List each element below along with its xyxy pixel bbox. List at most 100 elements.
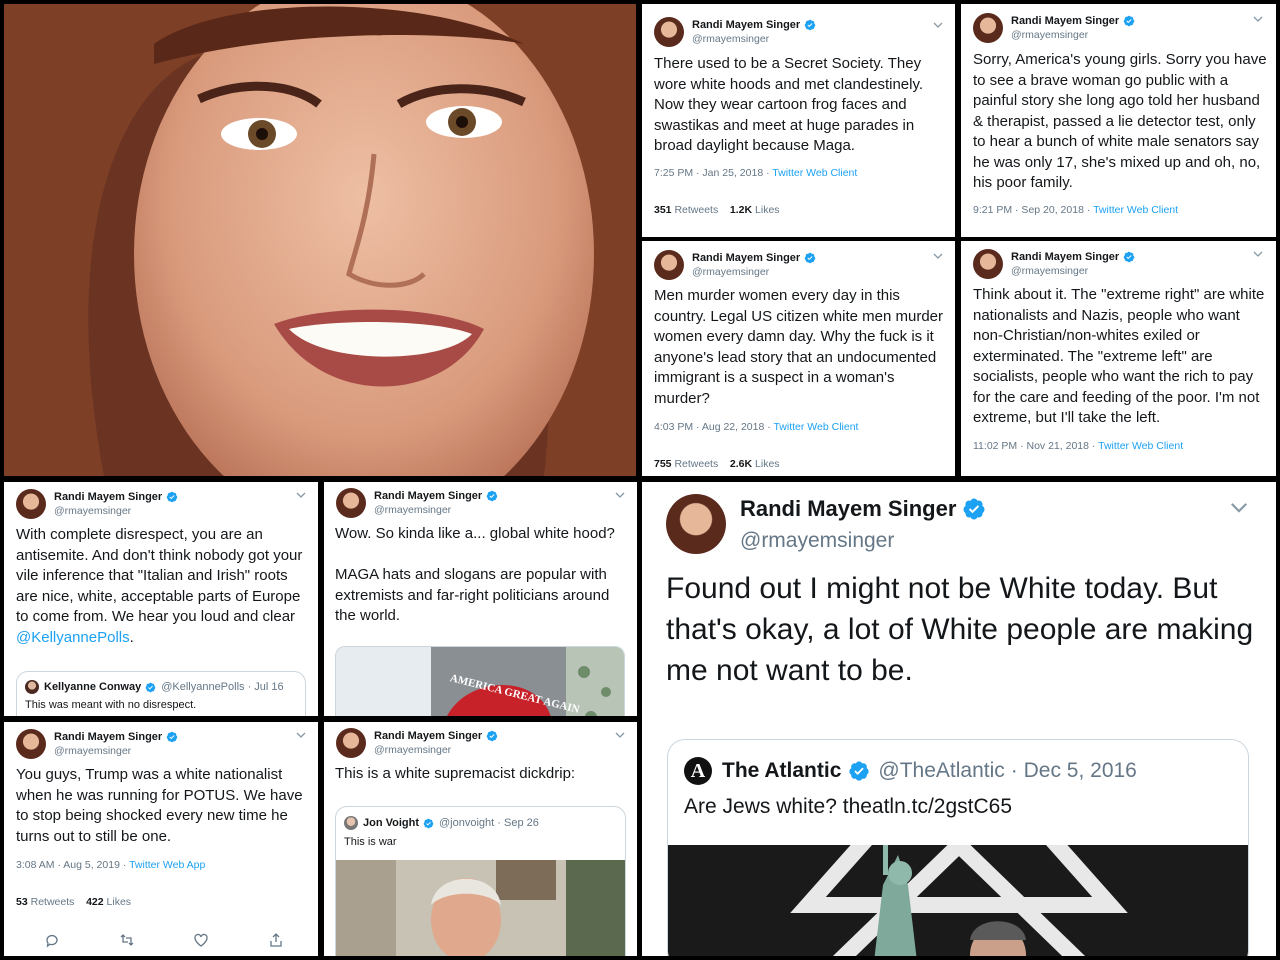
tweet-card[interactable]: Randi Mayem Singer @rmayemsinger Found o… [642, 482, 1276, 956]
avatar[interactable] [336, 728, 366, 758]
verified-icon [145, 682, 156, 693]
quote-date[interactable]: · Dec 5, 2016 [1011, 759, 1137, 783]
tweet-card[interactable]: Randi Mayem Singer @rmayemsinger With co… [4, 482, 318, 716]
author-handle[interactable]: @rmayemsinger [692, 32, 816, 46]
portrait-photo [4, 4, 636, 476]
tweet-client[interactable]: Twitter Web Client [772, 167, 857, 179]
quoted-tweet[interactable]: Jon Voight @jonvoight · Sep 26 This is w… [335, 806, 626, 956]
quote-avatar[interactable] [25, 680, 39, 694]
quote-author[interactable]: Kellyanne Conway [44, 681, 141, 693]
like-count[interactable]: 2.6K [730, 458, 752, 470]
author-handle[interactable]: @rmayemsinger [692, 265, 816, 279]
likes-label[interactable]: Likes [755, 204, 780, 216]
quote-author[interactable]: The Atlantic [722, 759, 841, 783]
tweet-client[interactable]: Twitter Web Client [773, 421, 858, 433]
tweet-card[interactable]: Randi Mayem Singer @rmayemsinger Sorry, … [961, 4, 1276, 237]
author-name[interactable]: Randi Mayem Singer [374, 729, 482, 743]
avatar[interactable] [666, 494, 726, 554]
quote-handle[interactable]: @KellyannePolls · Jul 16 [161, 681, 283, 693]
avatar[interactable] [336, 488, 366, 518]
tweet-card[interactable]: Randi Mayem Singer @rmayemsinger Wow. So… [324, 482, 637, 716]
retweet-count[interactable]: 755 [654, 458, 672, 470]
tweet-stats: 755 Retweets 2.6K Likes [654, 458, 780, 470]
tweet-time[interactable]: 11:02 PM · Nov 21, 2018 · [973, 440, 1098, 452]
retweet-icon[interactable] [119, 932, 135, 948]
likes-label[interactable]: Likes [107, 896, 132, 908]
author-handle[interactable]: @rmayemsinger [374, 743, 498, 757]
chevron-down-icon[interactable] [615, 492, 625, 498]
chevron-down-icon[interactable] [1253, 251, 1263, 257]
tweet-text: Men murder women every day in this count… [654, 287, 944, 407]
author-name[interactable]: Randi Mayem Singer [1011, 14, 1119, 28]
like-icon[interactable] [193, 932, 209, 948]
quote-avatar[interactable] [344, 816, 358, 830]
avatar[interactable] [973, 249, 1003, 279]
author-name[interactable]: Randi Mayem Singer [54, 490, 162, 504]
atlantic-logo[interactable]: A [684, 757, 712, 785]
like-count[interactable]: 422 [86, 896, 104, 908]
likes-label[interactable]: Likes [755, 458, 780, 470]
verified-icon [1123, 15, 1135, 27]
verified-icon [486, 490, 498, 502]
retweet-count[interactable]: 53 [16, 896, 28, 908]
chevron-down-icon[interactable] [1230, 502, 1248, 513]
chevron-down-icon[interactable] [615, 732, 625, 738]
like-count[interactable]: 1.2K [730, 204, 752, 216]
tweet-card[interactable]: Randi Mayem Singer @rmayemsinger You guy… [4, 722, 318, 956]
tweet-time[interactable]: 3:08 AM · Aug 5, 2019 · [16, 859, 129, 871]
author-handle[interactable]: @rmayemsinger [740, 526, 986, 555]
author-name[interactable]: Randi Mayem Singer [54, 730, 162, 744]
tweet-client[interactable]: Twitter Web Client [1098, 440, 1183, 452]
chevron-down-icon[interactable] [296, 732, 306, 738]
reply-icon[interactable] [44, 932, 60, 948]
chevron-down-icon[interactable] [933, 253, 943, 259]
tweet-time[interactable]: 4:03 PM · Aug 22, 2018 · [654, 421, 773, 433]
quoted-tweet[interactable]: Kellyanne Conway @KellyannePolls · Jul 1… [16, 671, 306, 716]
mention-link[interactable]: @KellyannePolls [16, 629, 130, 646]
avatar[interactable] [973, 13, 1003, 43]
quote-handle[interactable]: @jonvoight · Sep 26 [439, 817, 539, 829]
tweet-stats: 53 Retweets 422 Likes [16, 896, 131, 908]
author-handle[interactable]: @rmayemsinger [1011, 28, 1135, 42]
quoted-tweet[interactable]: A The Atlantic @TheAtlantic · Dec 5, 201… [667, 739, 1249, 956]
verified-icon [486, 730, 498, 742]
avatar[interactable] [16, 489, 46, 519]
tweet-text-main: With complete disrespect, you are an ant… [16, 526, 303, 625]
quote-handle[interactable]: @TheAtlantic [878, 759, 1004, 783]
chevron-down-icon[interactable] [1253, 16, 1263, 22]
author-name[interactable]: Randi Mayem Singer [692, 18, 800, 32]
tweet-time[interactable]: 9:21 PM · Sep 20, 2018 · [973, 204, 1093, 216]
tweet-client[interactable]: Twitter Web Client [1093, 204, 1178, 216]
author-name[interactable]: Randi Mayem Singer [374, 489, 482, 503]
tweet-client[interactable]: Twitter Web App [129, 859, 205, 871]
tweet-media[interactable]: AMERICA GREAT AGAIN [335, 646, 625, 716]
verified-icon [166, 491, 178, 503]
author-name[interactable]: Randi Mayem Singer [1011, 250, 1119, 264]
avatar[interactable] [16, 729, 46, 759]
quote-text: Are Jews white? theatln.tc/2gstC65 [684, 795, 1013, 818]
retweets-label[interactable]: Retweets [674, 204, 718, 216]
author-handle[interactable]: @rmayemsinger [54, 504, 178, 518]
author-handle[interactable]: @rmayemsinger [374, 503, 498, 517]
tweet-card[interactable]: Randi Mayem Singer @rmayemsinger Men mur… [642, 241, 955, 476]
tweet-card[interactable]: Randi Mayem Singer @rmayemsinger Think a… [961, 241, 1276, 476]
tweet-meta: 3:08 AM · Aug 5, 2019 · Twitter Web App [16, 859, 205, 871]
chevron-down-icon[interactable] [296, 492, 306, 498]
quote-author[interactable]: Jon Voight [363, 817, 419, 829]
avatar[interactable] [654, 17, 684, 47]
retweets-label[interactable]: Retweets [31, 896, 75, 908]
tweet-time[interactable]: 7:25 PM · Jan 25, 2018 · [654, 167, 772, 179]
author-name[interactable]: Randi Mayem Singer [692, 251, 800, 265]
tweet-meta: 9:21 PM · Sep 20, 2018 · Twitter Web Cli… [973, 204, 1178, 216]
author-name[interactable]: Randi Mayem Singer [740, 494, 956, 523]
tweet-card[interactable]: Randi Mayem Singer @rmayemsinger This is… [324, 722, 637, 956]
retweets-label[interactable]: Retweets [674, 458, 718, 470]
chevron-down-icon[interactable] [933, 22, 943, 28]
author-handle[interactable]: @rmayemsinger [54, 744, 178, 758]
avatar[interactable] [654, 250, 684, 280]
retweet-count[interactable]: 351 [654, 204, 672, 216]
tweet-card[interactable]: Randi Mayem Singer @rmayemsinger There u… [642, 4, 955, 237]
share-icon[interactable] [268, 932, 284, 948]
tweet-text: Sorry, America's young girls. Sorry you … [973, 51, 1267, 191]
author-handle[interactable]: @rmayemsinger [1011, 264, 1135, 278]
